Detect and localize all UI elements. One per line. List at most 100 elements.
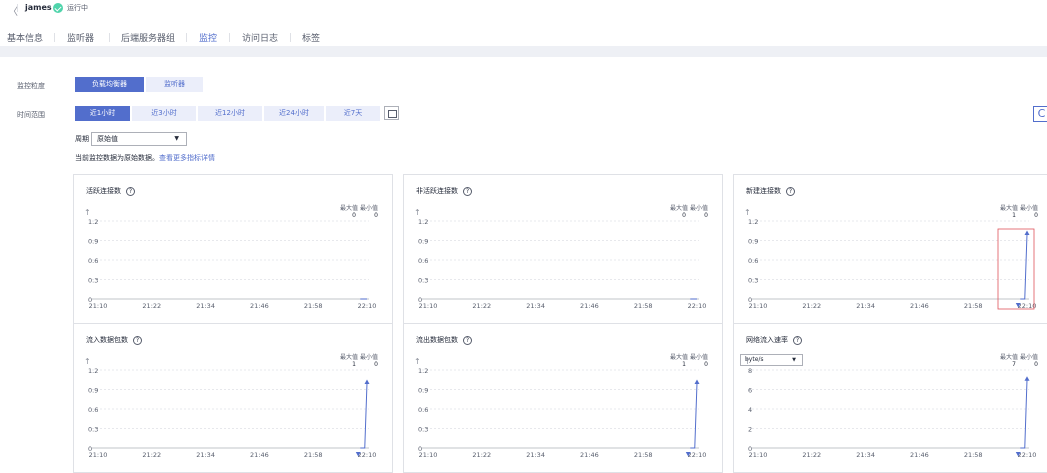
- granularity-label: 监控粒度: [17, 82, 45, 90]
- y-tick-label: 0.9: [418, 387, 428, 395]
- x-tick-label: 21:46: [250, 302, 269, 310]
- data-notice: 当前监控数据为原始数据。查看更多指标详情: [75, 153, 215, 163]
- notice-text: 当前监控数据为原始数据。: [75, 154, 159, 162]
- tab-tags[interactable]: 标签: [302, 31, 320, 44]
- x-tick-label: 21:10: [89, 451, 108, 459]
- calendar-icon[interactable]: [384, 106, 399, 120]
- y-tick-label: 4: [748, 406, 752, 414]
- tab-basic-info[interactable]: 基本信息: [7, 31, 43, 44]
- tab-underline-band: [0, 46, 1047, 57]
- y-tick-label: 6: [748, 387, 752, 395]
- time-1h-button[interactable]: 近1小时: [75, 106, 130, 121]
- time-24h-button[interactable]: 近24小时: [264, 106, 324, 121]
- y-tick-label: 1.2: [88, 218, 98, 226]
- x-tick-label: 21:58: [964, 302, 983, 310]
- x-tick-label: 21:58: [634, 302, 653, 310]
- axis-arrow-icon: ↑: [744, 208, 751, 217]
- y-tick-label: 0.6: [748, 257, 758, 265]
- y-tick-label: 0.6: [418, 406, 428, 414]
- x-tick-label: 21:22: [472, 451, 491, 459]
- period-select[interactable]: 原始值 ▼: [91, 132, 187, 146]
- y-tick-label: 0.3: [748, 277, 758, 285]
- tab-backend-groups[interactable]: 后端服务器组: [121, 31, 175, 44]
- x-tick-label: 21:58: [304, 451, 323, 459]
- tab-bar: 基本信息 监听器 后端服务器组 监控 访问日志 标签: [0, 26, 1047, 51]
- time-3h-button[interactable]: 近3小时: [132, 106, 196, 121]
- x-tick-label: 21:10: [749, 302, 768, 310]
- y-tick-label: 0.9: [418, 238, 428, 246]
- time-12h-button[interactable]: 近12小时: [198, 106, 262, 121]
- axis-arrow-icon: ↑: [84, 208, 91, 217]
- series-line: [1020, 379, 1028, 449]
- y-tick-label: 0.3: [418, 277, 428, 285]
- y-tick-label: 1.2: [418, 367, 428, 375]
- axis-arrow-icon: ↑: [414, 357, 421, 366]
- y-tick-label: 8: [748, 367, 752, 375]
- x-tick-label: 21:22: [802, 302, 821, 310]
- x-tick-label: 22:10: [688, 302, 707, 310]
- x-tick-label: 21:34: [856, 302, 875, 310]
- more-metrics-link[interactable]: 查看更多指标详情: [159, 154, 215, 162]
- x-tick-label: 21:58: [634, 451, 653, 459]
- x-tick-label: 21:10: [419, 302, 438, 310]
- chart-card: 活跃连接数? 最大值 最小值 0 0 ↑ 0 0.3 0.6 0.9 1.2 21:10 21:22 2…: [73, 174, 393, 324]
- tab-listeners[interactable]: 监听器: [67, 31, 94, 44]
- x-tick-label: 21:34: [856, 451, 875, 459]
- chart-svg: ↑00.30.60.91.221:10 21:22 21:34 21:46 21:58 2…: [84, 208, 376, 310]
- max-marker: [694, 379, 700, 384]
- tab-access-logs[interactable]: 访问日志: [242, 31, 278, 44]
- tab-monitoring[interactable]: 监控: [196, 31, 220, 51]
- axis-arrow-icon: ↑: [84, 357, 91, 366]
- tab-divider: [186, 33, 187, 42]
- granularity-listener-button[interactable]: 监听器: [146, 77, 203, 92]
- y-tick-label: 0.3: [88, 277, 98, 285]
- tab-divider: [54, 33, 55, 42]
- instance-name: james: [25, 3, 52, 12]
- y-tick-label: 0.9: [748, 238, 758, 246]
- chart-card: 网络流入速率? byte/s ▼ 最大值 最小值 7 0 ↑ 0 2 4 6 8 21:10 21:22 2…: [733, 323, 1047, 473]
- series-line: [690, 382, 698, 449]
- y-tick-label: 0.9: [88, 238, 98, 246]
- chart-card: 流入数据包数? 最大值 最小值 1 0 ↑ 0 0.3 0.6 0.9 1.2 21:10 21:22…: [73, 323, 393, 473]
- y-tick-label: 0.6: [88, 406, 98, 414]
- max-marker: [364, 379, 370, 384]
- time-range-label: 时间范围: [17, 111, 45, 119]
- x-tick-label: 21:46: [910, 302, 929, 310]
- chart-svg: ↑00.30.60.91.221:10 21:22 21:34 21:46 21:58 2…: [414, 357, 706, 459]
- tab-divider: [109, 33, 110, 42]
- chart-svg: ↑0246821:10 21:22 21:34 21:46 21:58 22:10: [744, 357, 1036, 459]
- refresh-icon[interactable]: C: [1033, 106, 1047, 122]
- max-marker: [1024, 376, 1030, 381]
- y-tick-label: 0.6: [88, 257, 98, 265]
- chart-svg: ↑00.30.60.91.221:10 21:22 21:34 21:46 21:58 2…: [414, 208, 707, 310]
- x-tick-label: 21:46: [580, 302, 599, 310]
- chart-card: 新建连接数? 最大值 最小值 1 0 ↑ 0 0.3 0.6 0.9 1.2 21:10 21:22 2…: [733, 174, 1047, 324]
- series-line: [1020, 233, 1028, 300]
- tab-divider: [290, 33, 291, 42]
- x-tick-label: 21:34: [196, 451, 215, 459]
- chevron-down-icon: ▼: [174, 135, 179, 142]
- granularity-loadbalancer-button[interactable]: 负载均衡器: [75, 77, 144, 92]
- y-tick-label: 0.6: [418, 257, 428, 265]
- time-7d-button[interactable]: 近7天: [326, 106, 380, 121]
- divider: [17, 4, 18, 12]
- period-value: 原始值: [97, 135, 118, 143]
- x-tick-label: 21:34: [526, 451, 545, 459]
- y-tick-label: 0.3: [88, 426, 98, 434]
- axis-arrow-icon: ↑: [414, 208, 421, 217]
- highlight-box: [997, 228, 1035, 310]
- period-label: 周期: [75, 135, 89, 143]
- x-tick-label: 21:46: [580, 451, 599, 459]
- tab-divider: [229, 33, 230, 42]
- chart-svg: ↑00.30.60.91.221:10 21:22 21:34 21:46 21:58 2…: [84, 357, 376, 459]
- y-tick-label: 1.2: [748, 218, 758, 226]
- axis-arrow-icon: ↑: [744, 357, 751, 366]
- chart-card: 非活跃连接数? 最大值 最小值 0 0 ↑ 0 0.3 0.6 0.9 1.2 21:10 21:22…: [403, 174, 723, 324]
- chart-card: 流出数据包数? 最大值 最小值 1 0 ↑ 0 0.3 0.6 0.9 1.2 21:10 21:22…: [403, 323, 723, 473]
- x-tick-label: 21:10: [89, 302, 108, 310]
- y-tick-label: 0.9: [88, 387, 98, 395]
- x-tick-label: 21:22: [142, 451, 161, 459]
- x-tick-label: 21:10: [749, 451, 768, 459]
- x-tick-label: 21:22: [802, 451, 821, 459]
- x-tick-label: 21:10: [419, 451, 438, 459]
